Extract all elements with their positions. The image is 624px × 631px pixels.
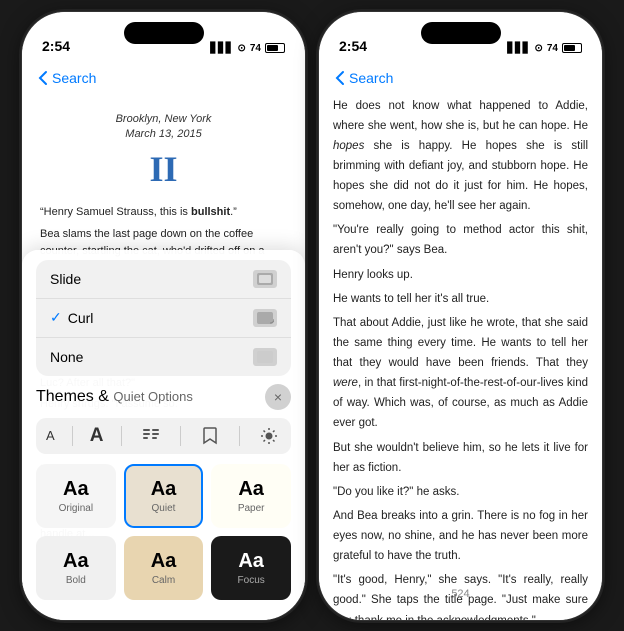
theme-quiet-aa: Aa <box>151 478 177 501</box>
battery-level: 74 <box>250 43 261 54</box>
theme-focus-aa: Aa <box>238 550 264 573</box>
right-para-4: He wants to tell her it's all true. <box>333 289 588 309</box>
font-size-large-label: A <box>90 425 104 447</box>
right-signal-icon: ▋▋▋ <box>507 43 530 54</box>
theme-paper-name: Paper <box>238 503 265 514</box>
separator-2 <box>121 426 122 446</box>
battery-icon <box>265 43 285 53</box>
page-number: 524 <box>319 588 602 600</box>
left-back-button[interactable]: Search <box>38 70 96 86</box>
curl-preview-icon <box>256 311 274 325</box>
left-phone: 2:54 ▋▋▋ ⊙ 74 Search <box>21 11 306 621</box>
right-battery-level: 74 <box>547 43 558 54</box>
theme-original-aa: Aa <box>63 478 89 501</box>
scroll-curl-label: Curl <box>68 310 253 326</box>
right-para-2: "You're really going to method actor thi… <box>333 220 588 260</box>
scroll-slide-label: Slide <box>50 271 253 287</box>
right-book-content: He does not know what happened to Addie,… <box>319 96 602 620</box>
close-button[interactable]: × <box>265 384 291 410</box>
phones-container: 2:54 ▋▋▋ ⊙ 74 Search <box>21 11 603 621</box>
brightness-icon[interactable] <box>257 424 281 448</box>
right-para-7: "Do you like it?" he asks. <box>333 482 588 502</box>
right-para-5: That about Addie, just like he wrote, th… <box>333 313 588 434</box>
bookmark-svg-icon <box>203 427 217 445</box>
right-para-6: But she wouldn't believe him, so he lets… <box>333 438 588 478</box>
theme-original-name: Original <box>59 503 93 514</box>
separator-3 <box>180 426 181 446</box>
theme-bold-aa: Aa <box>63 550 89 573</box>
theme-focus[interactable]: Aa Focus <box>211 536 291 600</box>
chevron-left-icon <box>38 70 48 86</box>
dynamic-island <box>124 22 204 44</box>
book-para-1: “Henry Samuel Strauss, this is bullshit.… <box>40 204 287 222</box>
theme-bold-name: Bold <box>66 575 86 586</box>
quiet-options-text: Quiet Options <box>113 389 193 404</box>
theme-quiet-name: Quiet <box>152 503 176 514</box>
separator-4 <box>239 426 240 446</box>
right-book-text: He does not know what happened to Addie,… <box>333 96 588 620</box>
bookmark-icon[interactable] <box>198 424 222 448</box>
left-phone-screen: 2:54 ▋▋▋ ⊙ 74 Search <box>22 12 305 620</box>
themes-label: Themes & Quiet Options <box>36 388 193 406</box>
theme-grid: Aa Original Aa Quiet Aa Paper Aa <box>36 464 291 600</box>
font-controls: A A <box>36 418 291 454</box>
right-para-3: Henry looks up. <box>333 265 588 285</box>
scroll-option-slide[interactable]: Slide <box>36 260 291 299</box>
right-para-1: He does not know what happened to Addie,… <box>333 96 588 217</box>
theme-bold[interactable]: Aa Bold <box>36 536 116 600</box>
theme-paper[interactable]: Aa Paper <box>211 464 291 528</box>
scroll-options: Slide ✓ Curl <box>36 260 291 376</box>
bottom-panel: Slide ✓ Curl <box>22 250 305 620</box>
separator-1 <box>72 426 73 446</box>
right-wifi-icon: ⊙ <box>534 43 542 54</box>
right-dynamic-island <box>421 22 501 44</box>
scroll-slide-icon <box>253 270 277 288</box>
theme-calm-aa: Aa <box>151 550 177 573</box>
scroll-none-label: None <box>50 349 253 365</box>
book-header: Brooklyn, New YorkMarch 13, 2015 II <box>22 96 305 205</box>
left-nav-bar: Search <box>22 60 305 96</box>
theme-focus-name: Focus <box>238 575 265 586</box>
left-back-label: Search <box>52 70 96 86</box>
right-nav-bar: Search <box>319 60 602 96</box>
right-battery-icon <box>562 43 582 53</box>
theme-paper-aa: Aa <box>238 478 264 501</box>
scroll-option-curl[interactable]: ✓ Curl <box>36 299 291 338</box>
right-chevron-left-icon <box>335 70 345 86</box>
book-location: Brooklyn, New YorkMarch 13, 2015 <box>42 112 285 143</box>
none-preview-icon <box>256 350 274 364</box>
right-status-time: 2:54 <box>339 38 367 54</box>
text-columns-icon <box>142 427 160 445</box>
right-status-icons: ▋▋▋ ⊙ 74 <box>507 43 582 54</box>
theme-original[interactable]: Aa Original <box>36 464 116 528</box>
right-back-button[interactable]: Search <box>335 70 393 86</box>
left-book-content: Brooklyn, New YorkMarch 13, 2015 II “Hen… <box>22 96 305 620</box>
slide-preview-icon <box>256 272 274 286</box>
check-icon: ✓ <box>50 309 62 326</box>
theme-quiet[interactable]: Aa Quiet <box>124 464 204 528</box>
wifi-icon: ⊙ <box>237 43 245 54</box>
scroll-option-none[interactable]: None <box>36 338 291 376</box>
theme-calm-name: Calm <box>152 575 175 586</box>
themes-row: Themes & Quiet Options × <box>36 384 291 410</box>
brightness-svg-icon <box>260 427 278 445</box>
scroll-none-icon <box>253 348 277 366</box>
chapter-number: II <box>42 148 285 190</box>
right-para-8: And Bea breaks into a grin. There is no … <box>333 506 588 566</box>
right-phone-screen: 2:54 ▋▋▋ ⊙ 74 Search <box>319 12 602 620</box>
theme-calm[interactable]: Aa Calm <box>124 536 204 600</box>
themes-label-text: Themes & <box>36 388 109 405</box>
right-phone: 2:54 ▋▋▋ ⊙ 74 Search <box>318 11 603 621</box>
right-back-label: Search <box>349 70 393 86</box>
scroll-curl-icon <box>253 309 277 327</box>
signal-icon: ▋▋▋ <box>210 43 233 54</box>
font-size-small-label: A <box>46 428 55 443</box>
left-status-icons: ▋▋▋ ⊙ 74 <box>210 43 285 54</box>
left-status-time: 2:54 <box>42 38 70 54</box>
font-type-icon[interactable] <box>139 424 163 448</box>
